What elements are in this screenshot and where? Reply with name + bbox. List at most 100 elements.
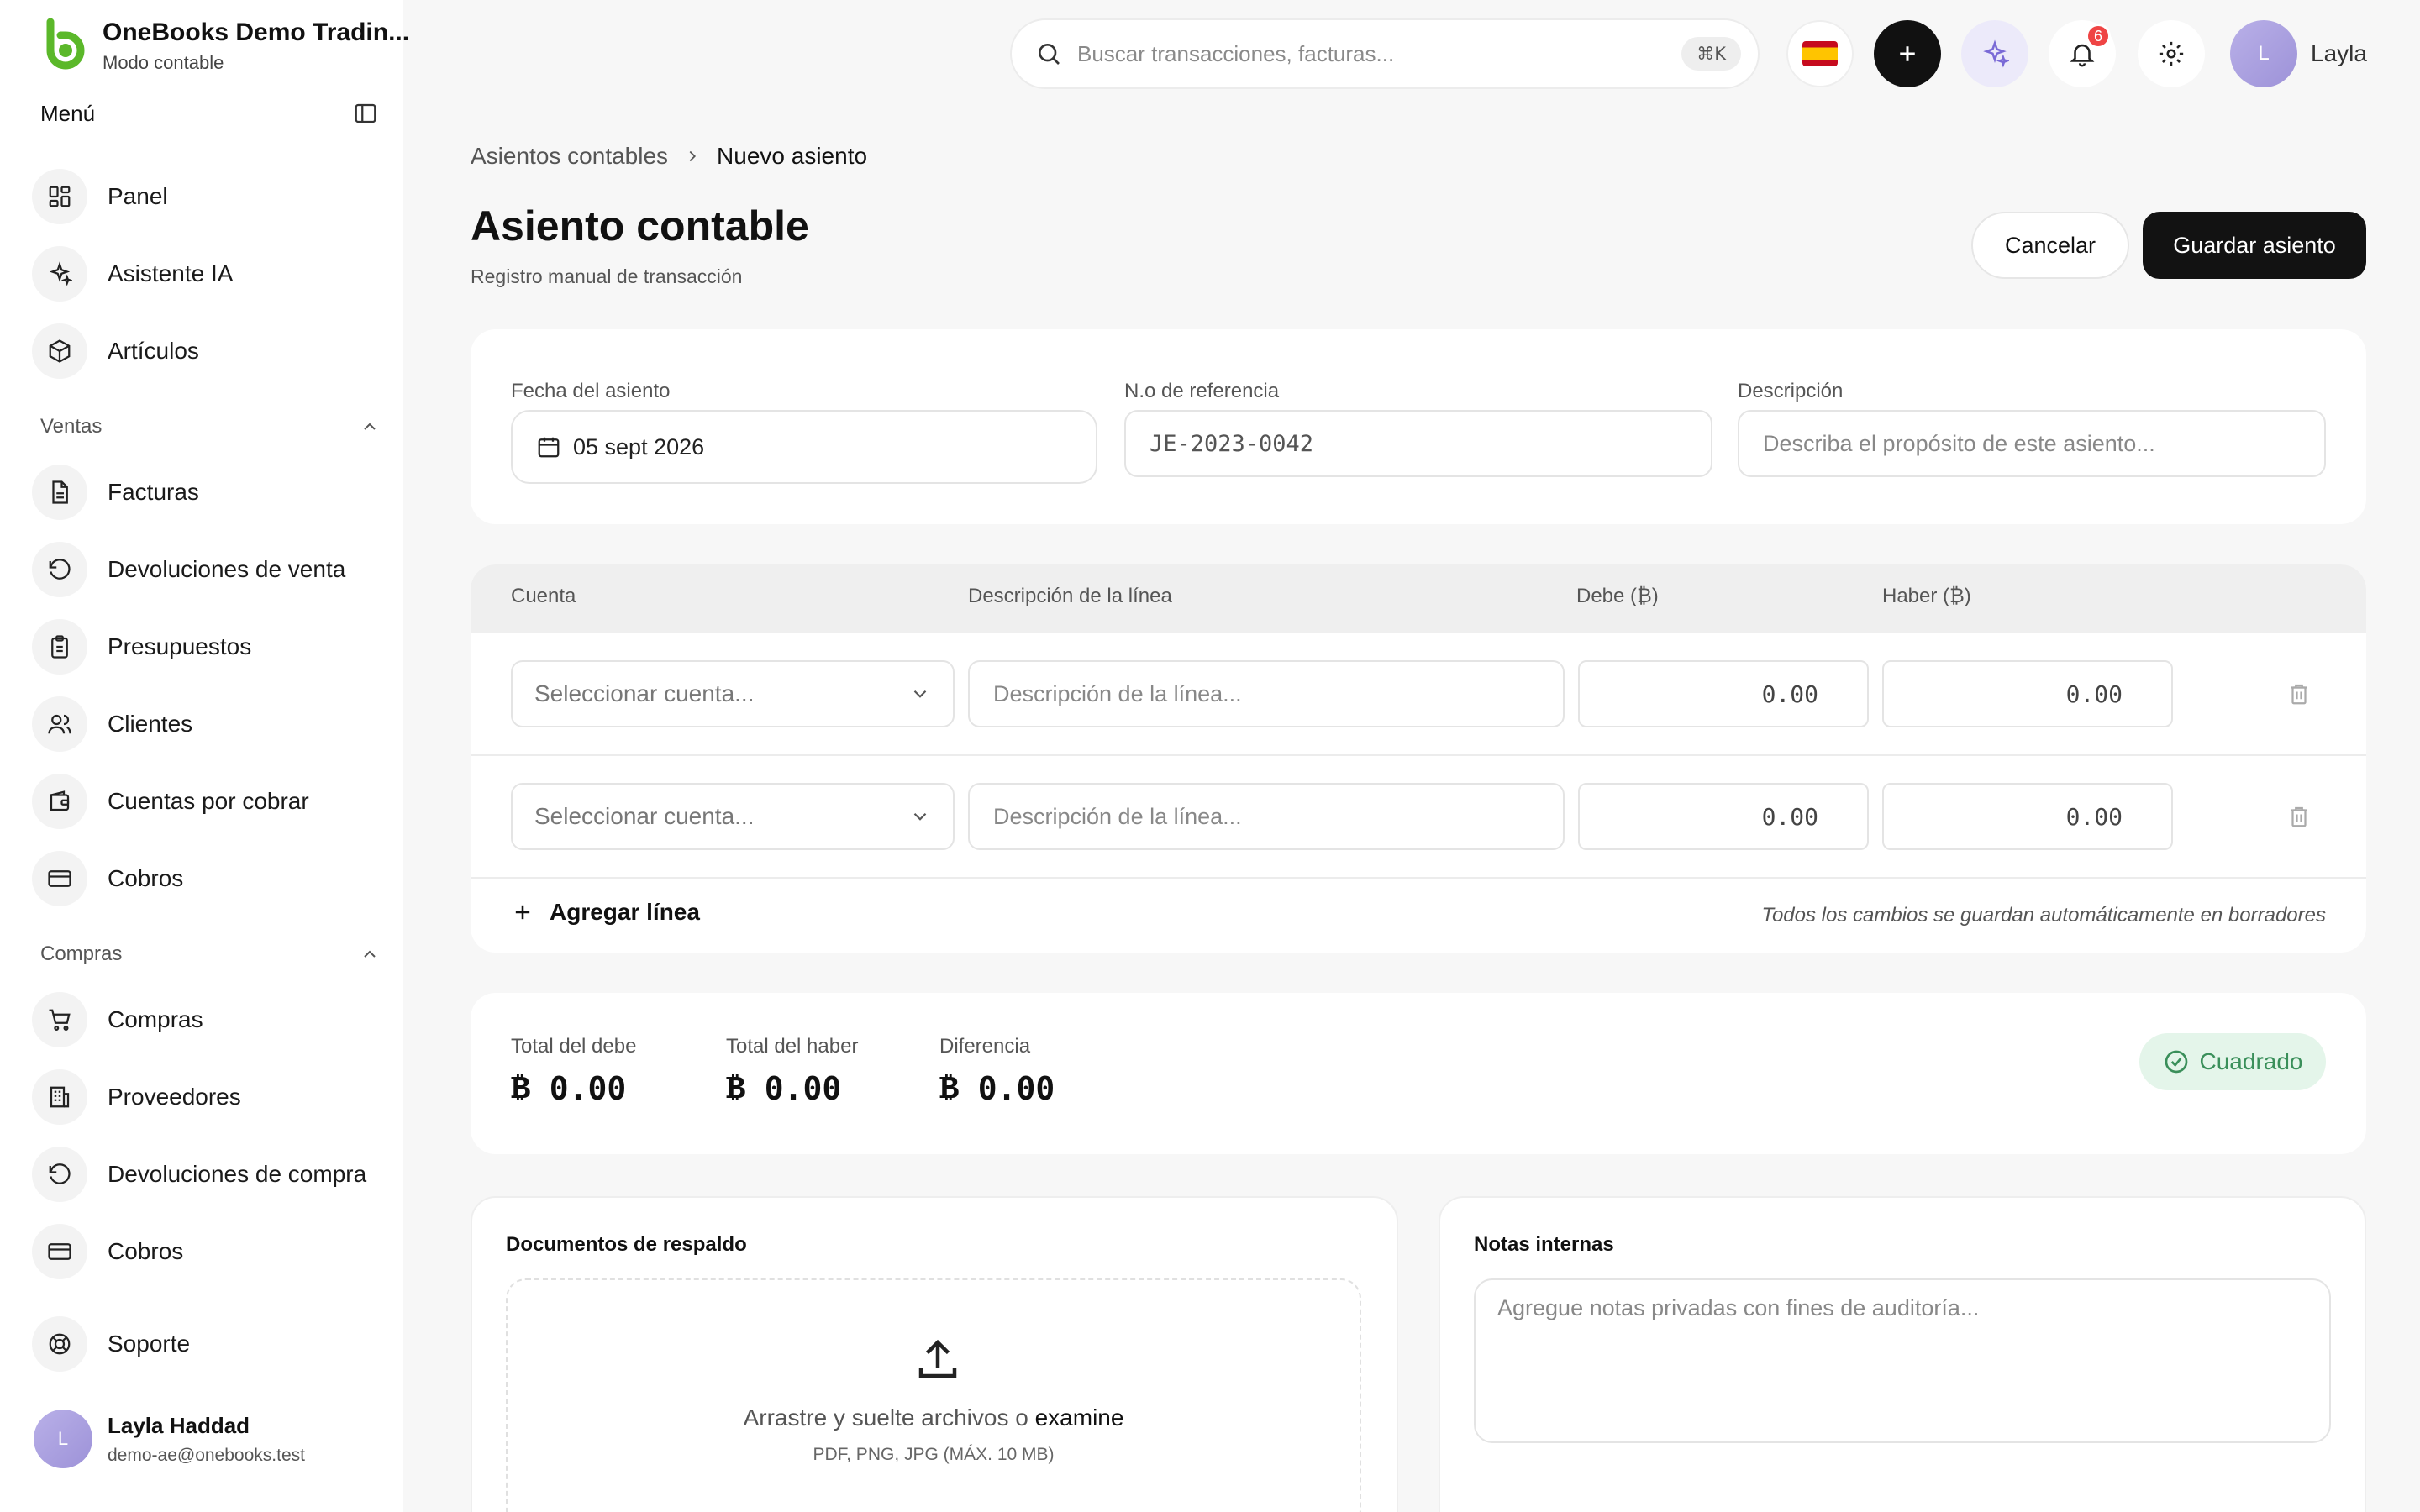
delete-line-button[interactable]	[2282, 800, 2316, 833]
section-label: Ventas	[40, 415, 103, 438]
baht-currency-icon: ₿	[939, 1068, 959, 1105]
sidebar-section-sales[interactable]: Ventas	[40, 415, 380, 438]
user-name: Layla Haddad	[108, 1412, 250, 1438]
dropzone-file-types: PDF, PNG, JPG (MÁX. 10 MB)	[813, 1445, 1055, 1464]
cancel-button[interactable]: Cancelar	[1971, 212, 2129, 279]
header-credit: Haber (₿)	[1882, 585, 1971, 607]
sidebar-item-support[interactable]: Soporte	[32, 1314, 385, 1374]
breadcrumb-journal-entries-link[interactable]: Asientos contables	[471, 143, 668, 170]
line-description-input[interactable]	[993, 803, 1539, 830]
sidebar-item-sales-returns[interactable]: Devoluciones de venta	[32, 539, 385, 600]
notifications-button[interactable]: 6	[2049, 20, 2116, 87]
chevron-right-icon	[683, 147, 702, 165]
sidebar-item-purchase-returns[interactable]: Devoluciones de compra	[32, 1144, 385, 1205]
cart-icon	[32, 992, 87, 1047]
row-divider	[471, 754, 2366, 756]
description-field[interactable]	[1738, 410, 2326, 477]
attachments-title: Documentos de respaldo	[506, 1233, 747, 1256]
sidebar-item-ai-assistant[interactable]: Asistente IA	[32, 244, 385, 304]
sidebar-item-articles[interactable]: Artículos	[32, 321, 385, 381]
reference-field[interactable]	[1124, 410, 1712, 477]
save-entry-button[interactable]: Guardar asiento	[2143, 212, 2366, 279]
sidebar-item-label: Devoluciones de compra	[108, 1161, 367, 1187]
rotate-ccw-icon	[32, 1147, 87, 1202]
sidebar-item-quotes[interactable]: Presupuestos	[32, 617, 385, 677]
section-label: Compras	[40, 942, 123, 965]
account-select[interactable]: Seleccionar cuenta...	[511, 783, 955, 850]
top-user-menu[interactable]: L Layla	[2230, 20, 2367, 87]
lines-table-header: Cuenta Descripción de la línea Debe (₿) …	[471, 564, 2366, 633]
onebooks-logo-icon	[46, 18, 85, 70]
plus-icon	[515, 905, 530, 920]
credit-input[interactable]: 0.00	[1882, 660, 2173, 727]
settings-button[interactable]	[2138, 20, 2205, 87]
sidebar-item-purchases[interactable]: Compras	[32, 990, 385, 1050]
internal-notes-textarea[interactable]	[1474, 1278, 2331, 1443]
total-debit-value: 0.00	[549, 1069, 627, 1107]
add-line-label: Agregar línea	[550, 899, 700, 925]
sidebar-section-purchases[interactable]: Compras	[40, 942, 380, 966]
total-credit-value: 0.00	[764, 1069, 842, 1107]
search-icon	[1039, 44, 1060, 65]
account-select[interactable]: Seleccionar cuenta...	[511, 660, 955, 727]
sidebar-item-label: Facturas	[108, 479, 199, 505]
line-description-field[interactable]	[968, 783, 1565, 850]
trash-icon	[2291, 806, 2307, 827]
delete-line-button[interactable]	[2282, 677, 2316, 711]
check-circle-icon	[2165, 1050, 2187, 1074]
rotate-ccw-icon	[32, 542, 87, 597]
description-input[interactable]	[1763, 430, 2301, 457]
gear-icon	[2159, 41, 2184, 66]
reference-label: N.o de referencia	[1124, 380, 1280, 402]
sidebar-item-label: Cobros	[108, 1238, 184, 1264]
reference-input[interactable]	[1150, 430, 1687, 457]
sidebar-collapse-button[interactable]	[351, 99, 380, 128]
total-credit: ₿ 0.00	[726, 1068, 841, 1108]
language-button[interactable]	[1786, 20, 1854, 87]
box-icon	[32, 323, 87, 379]
sidebar-item-label: Cuentas por cobrar	[108, 788, 309, 814]
plus-icon	[1900, 46, 1915, 61]
account-select-placeholder: Seleccionar cuenta...	[534, 680, 755, 706]
invoice-icon	[32, 465, 87, 520]
clipboard-icon	[32, 619, 87, 675]
chevron-down-icon	[913, 812, 927, 821]
sidebar-item-label: Soporte	[108, 1331, 191, 1357]
chevron-down-icon	[913, 690, 927, 698]
sidebar-item-receivables[interactable]: Cuentas por cobrar	[32, 771, 385, 832]
balanced-status-text: Cuadrado	[2199, 1048, 2303, 1074]
search-input[interactable]	[1077, 40, 1682, 67]
difference-value: 0.00	[977, 1069, 1055, 1107]
baht-currency-icon: ₿	[726, 1068, 745, 1105]
accounting-mode-label: Modo contable	[103, 52, 224, 73]
sidebar-item-invoices[interactable]: Facturas	[32, 462, 385, 522]
entry-date-picker[interactable]: 05 sept 2026	[511, 410, 1097, 484]
ai-assistant-button[interactable]	[1961, 20, 2028, 87]
sidebar-item-customers[interactable]: Clientes	[32, 694, 385, 754]
sidebar-item-collections[interactable]: Cobros	[32, 848, 385, 909]
browse-files-link[interactable]: examine	[1035, 1404, 1124, 1431]
sidebar-item-label: Proveedores	[108, 1084, 241, 1110]
debit-input[interactable]: 0.00	[1578, 660, 1869, 727]
line-description-input[interactable]	[993, 680, 1539, 707]
sidebar-item-purchase-payments[interactable]: Cobros	[32, 1221, 385, 1282]
file-dropzone[interactable]: Arrastre y suelte archivos o examine PDF…	[506, 1278, 1361, 1512]
search-bar[interactable]: ⌘K	[1010, 18, 1760, 89]
upload-icon	[918, 1339, 957, 1378]
sidebar-user-profile[interactable]: L Layla Haddad demo-ae@onebooks.test	[34, 1410, 305, 1468]
debit-input[interactable]: 0.00	[1578, 783, 1869, 850]
create-new-button[interactable]	[1874, 20, 1941, 87]
search-shortcut-badge: ⌘K	[1681, 37, 1741, 71]
sidebar-item-suppliers[interactable]: Proveedores	[32, 1067, 385, 1127]
sidebar-item-panel[interactable]: Panel	[32, 166, 385, 227]
sparkles-icon	[1983, 39, 2009, 68]
add-line-button[interactable]: Agregar línea	[511, 899, 700, 926]
line-description-field[interactable]	[968, 660, 1565, 727]
balanced-status-badge: Cuadrado	[2139, 1033, 2326, 1090]
brand[interactable]: OneBooks Demo Tradin... Modo contable	[32, 17, 409, 76]
avatar: L	[34, 1410, 92, 1468]
breadcrumb: Asientos contables Nuevo asiento	[471, 143, 867, 170]
sidebar: OneBooks Demo Tradin... Modo contable Me…	[0, 0, 409, 1512]
credit-input[interactable]: 0.00	[1882, 783, 2173, 850]
page-subtitle: Registro manual de transacción	[471, 265, 743, 287]
